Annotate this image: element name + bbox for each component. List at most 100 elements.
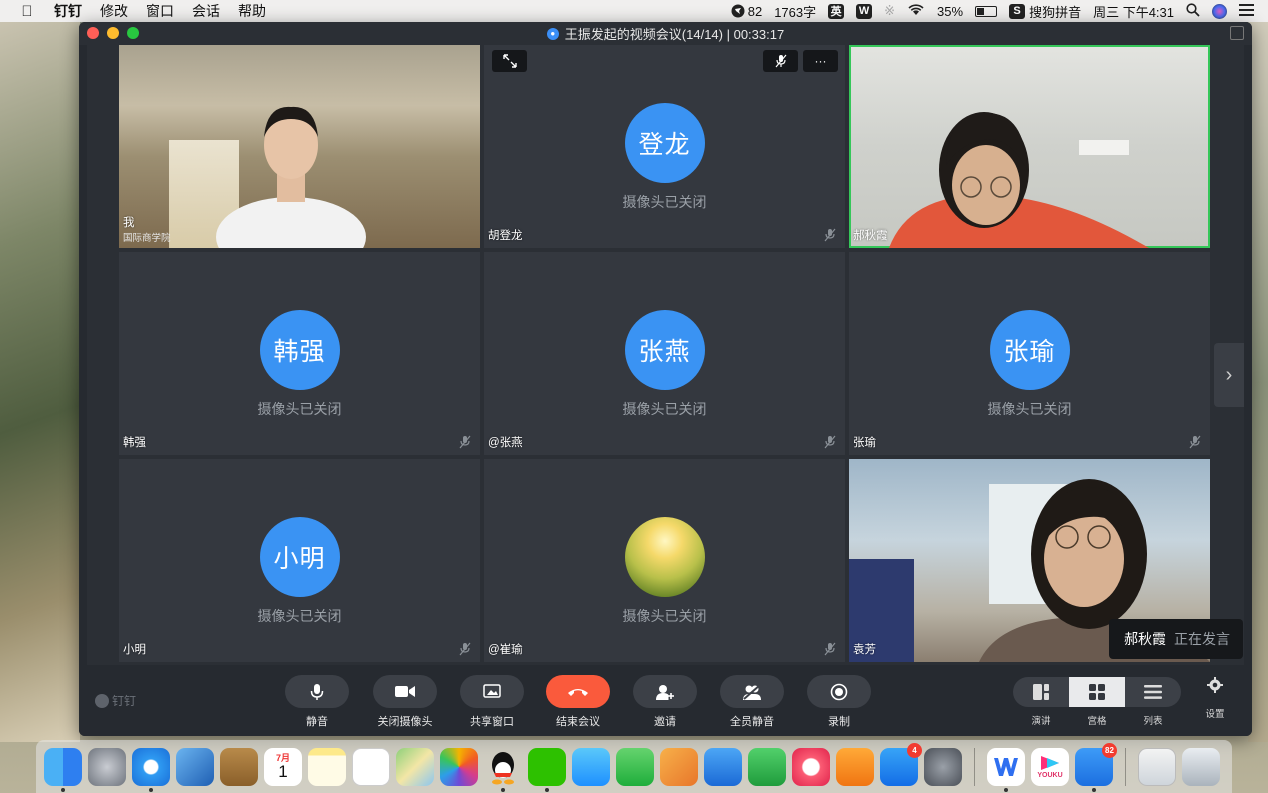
dock-dingtalk-icon[interactable]: 82 (1075, 742, 1117, 792)
participant-tile-han-qiang[interactable]: 韩强 摄像头已关闭 韩强 (119, 252, 480, 455)
dock-finder-icon[interactable] (44, 747, 82, 792)
close-window-button[interactable] (87, 27, 99, 39)
tile-mute-button[interactable] (763, 50, 798, 72)
exit-fullscreen-icon[interactable] (1230, 26, 1244, 40)
dock: 7月 1 4 YOUKU 82 (36, 740, 1232, 793)
camera-toggle-button[interactable]: 关闭摄像头 (365, 675, 445, 729)
ime-mode-icon[interactable]: 英 (828, 3, 845, 19)
dock-pages-icon[interactable] (660, 747, 698, 786)
settings-label: 设置 (1205, 709, 1225, 720)
battery-icon[interactable] (975, 5, 998, 17)
muted-mic-icon (823, 435, 837, 449)
share-window-button[interactable]: 共享窗口 (452, 675, 532, 729)
dock-calendar-icon[interactable]: 7月 1 (264, 747, 302, 786)
expand-icon (502, 54, 517, 68)
dingtalk-status-item[interactable]: 82 (731, 4, 762, 19)
dingtalk-logo-icon (95, 693, 109, 708)
end-meeting-button[interactable]: 结束会议 (538, 675, 618, 729)
avatar: 张燕 (624, 310, 705, 390)
hang-up-icon (546, 675, 610, 708)
menu-edit[interactable]: 修改 (100, 1, 128, 21)
dock-books-icon[interactable] (836, 747, 874, 786)
dock-system-preferences-icon[interactable] (924, 747, 962, 786)
dock-reminders-icon[interactable] (352, 747, 390, 786)
dock-safari-icon[interactable] (132, 747, 170, 792)
next-page-button[interactable]: › (1214, 343, 1244, 407)
dock-maps-icon[interactable] (396, 747, 434, 786)
apple-menu-icon[interactable]:  (18, 3, 36, 20)
participant-tile-hao-qiuxia[interactable]: 郝秋霞 (849, 45, 1210, 248)
microphone-icon (285, 675, 349, 708)
input-method-item[interactable]: S 搜狗拼音 (1009, 2, 1081, 21)
dingtalk-badge: 82 (1102, 742, 1117, 758)
menu-session[interactable]: 会话 (192, 1, 220, 21)
menubar:  钉钉 修改 窗口 会话 帮助 82 1763字 英 W ※ 35% S 搜狗… (0, 0, 1268, 22)
dock-keynote-icon[interactable] (704, 747, 742, 786)
expand-button[interactable] (492, 50, 527, 72)
wps-menubar-icon[interactable]: W (856, 3, 873, 19)
layout-speaker-button[interactable] (1013, 677, 1069, 707)
dock-trash-icon[interactable] (1182, 747, 1220, 786)
layout-list-button[interactable] (1125, 677, 1181, 707)
camera-off-label: 摄像头已关闭 (622, 608, 707, 624)
participant-tile-cui-yu[interactable]: 摄像头已关闭 @崔瑜 (484, 459, 845, 662)
avatar: 张瑜 (989, 310, 1070, 390)
clock[interactable]: 周三 下午4:31 (1093, 2, 1174, 21)
menu-help[interactable]: 帮助 (238, 1, 266, 21)
end-meeting-label: 结束会议 (556, 716, 600, 728)
menu-app[interactable]: 钉钉 (54, 1, 82, 21)
dock-youku-icon[interactable]: YOUKU (1031, 747, 1069, 786)
mute-all-button[interactable]: 全员静音 (712, 675, 792, 729)
list-layout-icon (1144, 685, 1162, 699)
invite-button[interactable]: 邀请 (625, 675, 705, 729)
dock-wechat-icon[interactable] (528, 747, 566, 792)
participant-tile-zhang-yan[interactable]: 张燕 摄像头已关闭 @张燕 (484, 252, 845, 455)
camera-toggle-label: 关闭摄像头 (377, 716, 433, 728)
participant-subtitle: 国际商学院 (123, 233, 171, 244)
dock-notes-icon[interactable] (308, 747, 346, 786)
speaker-layout-icon (1033, 684, 1049, 700)
input-method-label: 搜狗拼音 (1029, 4, 1082, 20)
participant-name: 韩强 (123, 437, 146, 449)
dock-preview-icon[interactable] (1138, 747, 1176, 786)
bluetooth-icon[interactable]: ※ (884, 3, 895, 19)
participant-tile-xiao-ming[interactable]: 小明 摄像头已关闭 小明 (119, 459, 480, 662)
wifi-icon[interactable] (907, 3, 925, 19)
participant-tile-me[interactable]: 我 国际商学院 (119, 45, 480, 248)
fullscreen-window-button[interactable] (127, 27, 139, 39)
minimize-window-button[interactable] (107, 27, 119, 39)
participant-tile-zhang-yu[interactable]: 张瑜 摄像头已关闭 张瑜 (849, 252, 1210, 455)
record-button[interactable]: 录制 (799, 675, 879, 729)
participant-tile-hu-denglong[interactable]: ··· 登龙 摄像头已关闭 胡登龙 (484, 45, 845, 248)
brand-label: 钉钉 (112, 694, 137, 708)
active-speaker-toast: 郝秋霞 正在发言 (1109, 619, 1243, 659)
settings-button[interactable]: 设置 (1191, 677, 1239, 720)
mute-button[interactable]: 静音 (277, 675, 357, 729)
dock-contacts-icon[interactable] (220, 747, 258, 786)
layout-labels: 演讲 宫格 列表 (1013, 713, 1181, 727)
participant-name: 胡登龙 (488, 230, 523, 242)
dock-music-icon[interactable] (792, 747, 830, 786)
dingtalk-icon (731, 4, 745, 18)
layout-grid-button[interactable] (1069, 677, 1125, 707)
notification-center-icon[interactable] (1239, 3, 1254, 19)
dock-app-store-icon[interactable]: 4 (880, 742, 922, 786)
dock-photos-icon[interactable] (440, 747, 478, 786)
tile-more-button[interactable]: ··· (803, 50, 838, 72)
video-stage: 我 国际商学院 ··· 登龙 摄像头已关闭 胡登龙 郝秋霞 韩强 摄像头已关闭 … (87, 45, 1244, 665)
window-controls (87, 27, 139, 39)
dock-messages-icon[interactable] (572, 747, 610, 786)
siri-icon[interactable] (1212, 3, 1227, 19)
spotlight-search-icon[interactable] (1186, 2, 1200, 20)
dock-facetime-icon[interactable] (616, 747, 654, 786)
dock-launchpad-icon[interactable] (88, 747, 126, 786)
participant-name: 郝秋霞 (853, 230, 888, 242)
participant-name: @崔瑜 (488, 644, 523, 656)
dock-qq-icon[interactable] (484, 748, 522, 792)
dock-wps-icon[interactable] (987, 747, 1025, 792)
menu-window[interactable]: 窗口 (146, 1, 174, 21)
layout-switcher (1013, 677, 1181, 707)
dock-mail-icon[interactable] (176, 747, 214, 786)
dock-numbers-icon[interactable] (748, 747, 786, 786)
title-bar[interactable]: ● 王振发起的视频会议(14/14) | 00:33:17 (79, 22, 1252, 45)
